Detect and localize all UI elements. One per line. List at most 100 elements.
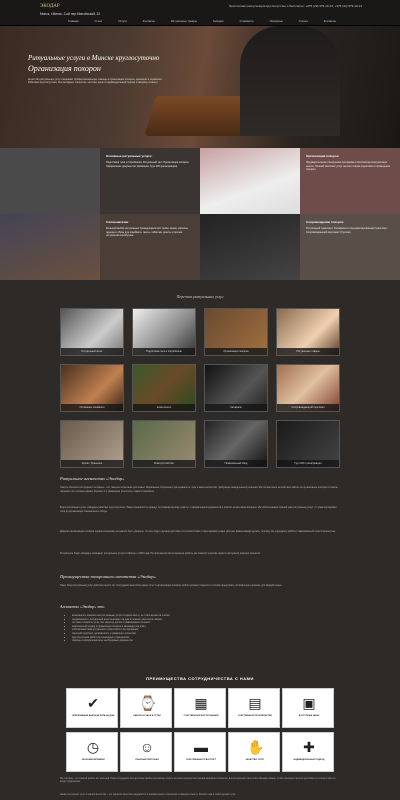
nav-item[interactable]: Статьи <box>291 19 316 23</box>
main-nav: Главная О нас Услуги Контакты Ритуальные… <box>60 19 344 23</box>
tile-photo-3 <box>0 214 100 280</box>
tile-text: Предварительная похоронная программа и б… <box>306 161 390 171</box>
service-caption: Копка могил <box>133 404 195 411</box>
tile-escort[interactable]: Сопровождение похорон Ритуальный транспо… <box>300 214 400 280</box>
feature-tiles: Основные ритуальные услуги: Подготовка т… <box>0 148 400 280</box>
nav-item[interactable]: Контакты <box>316 19 344 23</box>
advantages-heading: Преимущества похоронного агентства «Экод… <box>60 574 156 579</box>
service-card[interactable]: Поминальный обед <box>204 420 268 468</box>
handshake-icon: ✚ <box>303 739 315 755</box>
tile-shop[interactable]: Салон-магазин Большой выбор ритуальных п… <box>100 214 200 280</box>
paragraph: Смерть близкого или родного человека – э… <box>60 486 338 493</box>
thumb-icon: ✋ <box>247 739 265 755</box>
service-card[interactable]: Отпевание покойного <box>60 364 124 412</box>
list-heading: Агентство «Экодар» это: <box>60 604 106 609</box>
advantage-card: ☺ ОПЫТНЫЙ ПЕРСОНАЛ <box>120 732 172 772</box>
service-caption: Организация похорон <box>205 348 267 355</box>
service-card[interactable]: Ритуальный агент <box>60 308 124 356</box>
service-card[interactable]: Груз 200 / репатриация <box>276 420 340 468</box>
advantage-label: СОБСТВЕННОЕ ПРОИЗВОДСТВО <box>237 715 273 717</box>
advantage-label: РАБОТА 24 ЧАСА В СУТКИ <box>133 715 161 717</box>
paragraph: Наше бюро ритуальных услуг работает мног… <box>60 584 282 587</box>
header-address: Минск, г.Минск, 2-ой пер.Минойсский, 22 <box>40 12 101 16</box>
logo[interactable]: ЭКОДАР <box>40 4 60 9</box>
service-caption: Груз 200 / репатриация <box>277 460 339 467</box>
tile-label: Основные ритуальные услуги: <box>106 154 153 158</box>
service-caption: Поминальный обед <box>205 460 267 467</box>
paragraph: Доверяя организацию похорон профессионал… <box>60 530 336 533</box>
advantage-card: ✚ ИНДИВИДУАЛЬНЫЙ ПОДХОД <box>282 732 334 772</box>
advantage-card: ✔ ОПЕРАТИВНЫЙ ВЫЕЗД АГЕНТА НА ДОМ <box>66 688 118 728</box>
advantages-title: ПРЕИМУЩЕСТВА СОТРУДНИЧЕСТВА С НАМИ <box>146 676 254 681</box>
timer-icon: ◷ <box>86 739 100 755</box>
service-card[interactable]: Организация похорон <box>204 308 268 356</box>
nav-item[interactable]: Стоимость <box>232 19 262 23</box>
services-title: Перечень ритуальных услуг <box>176 294 224 299</box>
factory-icon: ▤ <box>248 695 262 711</box>
hero-person-image <box>240 26 340 136</box>
service-caption: Ритуальный агент <box>61 348 123 355</box>
nav-item[interactable]: Ритуальные товары <box>163 19 205 23</box>
clock-icon: ⌚ <box>139 695 157 711</box>
advantage-card: ▤ СОБСТВЕННОЕ ПРОИЗВОДСТВО <box>228 688 280 728</box>
truck-icon: ▬ <box>194 739 208 755</box>
service-card[interactable]: Сопровождающий персонал <box>276 364 340 412</box>
service-caption: Благоустройство <box>133 460 195 467</box>
advantage-label: ДОСТУПНЫЕ ЦЕНЫ <box>298 715 320 717</box>
hero-title: Ритуальные услуги в Минске круглосуточно <box>28 54 160 62</box>
list-item: помощь в оформлении всех необходимых док… <box>72 639 342 643</box>
tile-organization[interactable]: Организация похорон Предварительная похо… <box>300 148 400 214</box>
advantage-label: ОПЫТНЫЙ ПЕРСОНАЛ <box>135 759 159 761</box>
advantage-card: ▬ СОБСТВЕННЫЙ ТРАНСПОРТ <box>174 732 226 772</box>
tile-label: Салон-магазин <box>106 220 129 224</box>
service-card[interactable]: Катафалк <box>204 364 268 412</box>
nav-item[interactable]: О нас <box>87 19 110 23</box>
nav-item[interactable]: Контакты <box>135 19 163 23</box>
service-caption: Ритуальные товары <box>277 348 339 355</box>
tile-photo-2 <box>200 148 300 214</box>
agent-icon: ✔ <box>87 695 99 711</box>
advantage-card: ✋ КАЧЕСТВО УСЛУГ <box>228 732 280 772</box>
nav-item[interactable]: Услуги <box>110 19 135 23</box>
service-caption: Сопровождающий персонал <box>277 404 339 411</box>
main-heading: Ритуальное агентство «Экодар» <box>60 476 125 481</box>
hero-text: Ритуальные услуги в Минске круглосуточно… <box>28 54 168 85</box>
nav-item[interactable]: Главная <box>60 19 87 23</box>
tile-text: Подготовка тела к погребению; Ритуальный… <box>106 161 190 168</box>
advantage-label: СОБСТВЕННЫЙ ЗАЛ ПРОЩАНИЯ <box>183 715 219 717</box>
tile-label: Сопровождение похорон <box>306 220 344 224</box>
building-icon: ▦ <box>194 695 208 711</box>
footer-paragraph: Заказ ритуальных услуг в нашем агентстве… <box>60 794 236 796</box>
advantage-card: ▣ ДОСТУПНЫЕ ЦЕНЫ <box>282 688 334 728</box>
service-caption: Подготовка тела к погребению <box>133 348 195 355</box>
advantage-card: ◷ ЭКОНОМИЯ ВРЕМЕНИ <box>66 732 118 772</box>
service-card[interactable]: Подготовка тела к погребению <box>132 308 196 356</box>
hero-subtitle: Организация похорон <box>28 64 101 73</box>
paragraph: Бюро ритуальных услуг «Экодар» работает … <box>60 506 337 513</box>
service-card[interactable]: Благоустройство <box>132 420 196 468</box>
hero-description: Агентство ритуальных услуг оказывает про… <box>28 78 163 85</box>
service-caption: Отпевание покойного <box>61 404 123 411</box>
nav-item[interactable]: Похороны <box>262 19 291 23</box>
service-caption: Катафалк <box>205 404 267 411</box>
advantage-label: КАЧЕСТВО УСЛУГ <box>245 759 265 761</box>
advantage-card: ⌚ РАБОТА 24 ЧАСА В СУТКИ <box>120 688 172 728</box>
advantage-card: ▦ СОБСТВЕННЫЙ ЗАЛ ПРОЩАНИЯ <box>174 688 226 728</box>
hero-banner: Ритуальные услуги в Минске круглосуточно… <box>0 26 400 148</box>
top-bar: ЭКОДАР Бесплатная консультация круглосут… <box>0 0 400 26</box>
service-card[interactable]: Архив / Хранение <box>60 420 124 468</box>
advantage-label: ИНДИВИДУАЛЬНЫЙ ПОДХОД <box>293 759 325 761</box>
service-card[interactable]: Копка могил <box>132 364 196 412</box>
nav-item[interactable]: Галерея <box>205 19 232 23</box>
header-contact: Бесплатная консультация круглосуточно и … <box>229 4 362 8</box>
advantage-label: ЭКОНОМИЯ ВРЕМЕНИ <box>81 759 105 761</box>
advantage-label: СОБСТВЕННЫЙ ТРАНСПОРТ <box>186 759 216 761</box>
service-card[interactable]: Ритуальные товары <box>276 308 340 356</box>
staff-icon: ☺ <box>139 739 155 755</box>
paragraph: Ритуальное бюро «Экодар» оказывает ритуа… <box>60 552 261 555</box>
tile-services[interactable]: Основные ритуальные услуги: Подготовка т… <box>100 148 200 214</box>
tile-text: Большой выбор ритуальных принадлежностей… <box>106 227 189 237</box>
footer-paragraph: Мы считаем, что в нашей работе нет мелоч… <box>60 778 336 784</box>
tile-photo-1 <box>0 148 100 214</box>
service-caption: Архив / Хранение <box>61 460 123 467</box>
